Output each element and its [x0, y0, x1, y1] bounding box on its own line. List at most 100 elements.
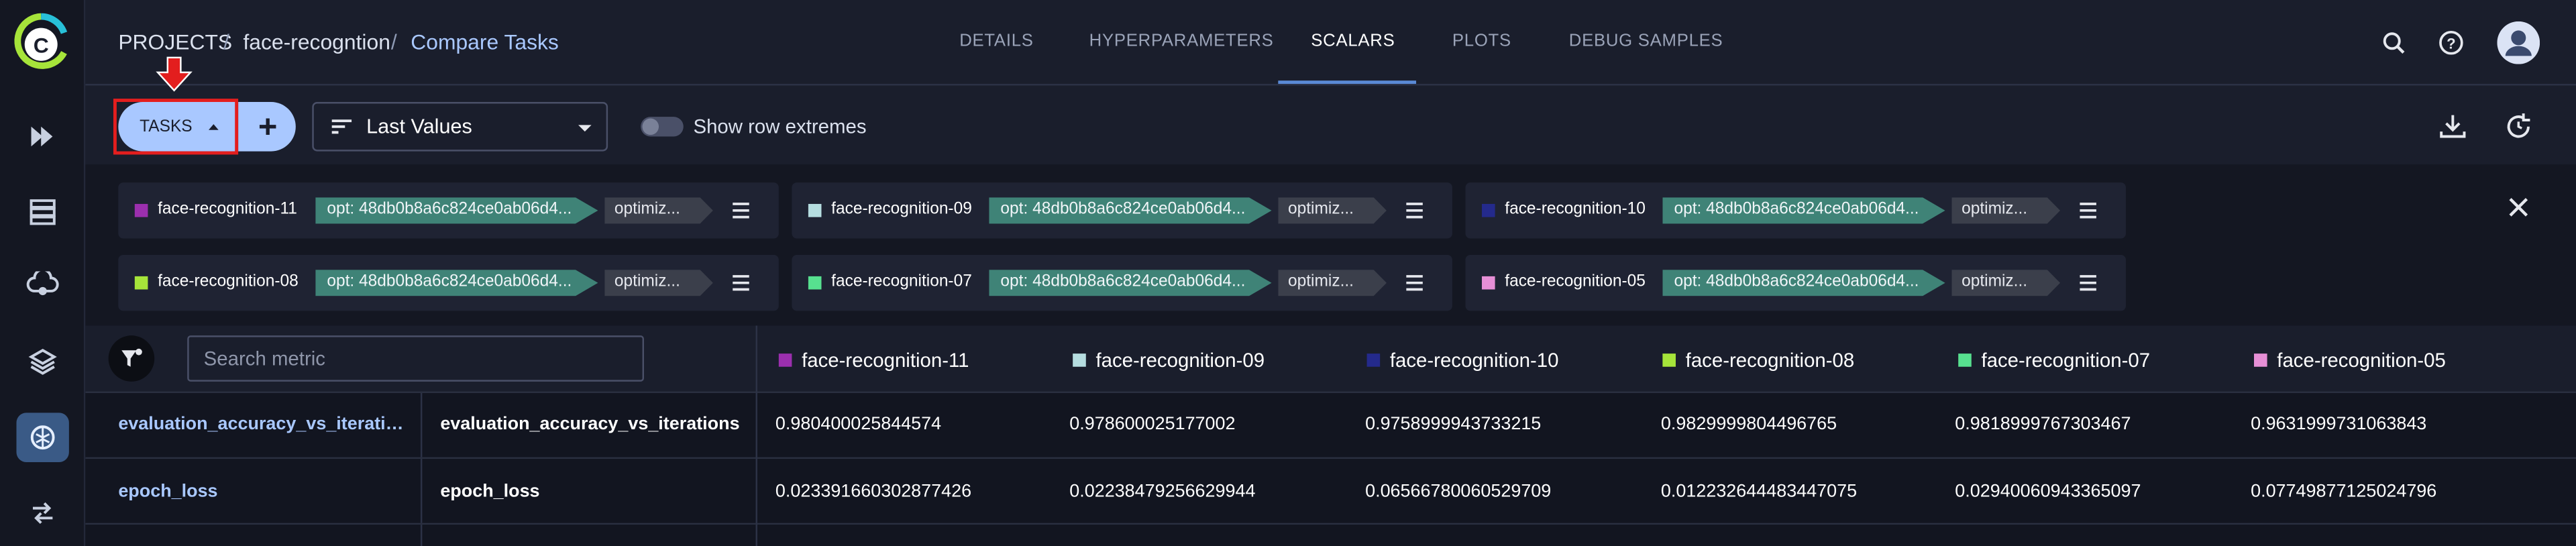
svg-text:C: C: [34, 33, 49, 57]
column-header-label: face-recognition-09: [1095, 348, 1265, 372]
column-divider: [420, 525, 423, 546]
task-card[interactable]: face-recognition-07 opt: 48db0b8a6c824ce…: [792, 255, 1452, 311]
search-icon[interactable]: [2375, 25, 2412, 61]
menu-icon[interactable]: [2077, 273, 2100, 292]
tab-scalars[interactable]: SCALARS: [1311, 32, 1395, 51]
column-divider: [420, 392, 423, 459]
tab-hyperparameters[interactable]: HYPERPARAMETERS: [1089, 32, 1274, 51]
chevron-down-icon: [578, 125, 592, 132]
metric-value: 0.9631999731063843: [2251, 414, 2427, 435]
column-header-label: face-recognition-10: [1389, 348, 1559, 372]
task-name: face-recognition-09: [831, 201, 972, 219]
left-sidebar: C: [0, 0, 86, 546]
active-tab-indicator: [1278, 80, 1417, 85]
task-name: face-recognition-11: [158, 201, 297, 219]
tab-details[interactable]: DETAILS: [959, 32, 1033, 51]
user-avatar[interactable]: [2496, 19, 2542, 66]
search-metric-field[interactable]: [187, 335, 645, 382]
column-header[interactable]: face-recognition-07: [1958, 349, 2150, 372]
menu-icon[interactable]: [1403, 201, 1426, 220]
metric-value: 0.9758999943733215: [1365, 414, 1542, 435]
tab-debug-samples[interactable]: DEBUG SAMPLES: [1569, 32, 1723, 51]
task-opt-tag: opt: 48db0b8a6c824ce0ab06d4...: [989, 270, 1272, 296]
menu-icon[interactable]: [2077, 201, 2100, 220]
task-color-swatch: [134, 204, 148, 217]
column-color-swatch: [1662, 353, 1676, 367]
column-color-swatch: [1073, 353, 1086, 367]
cloud-gear-nav-icon[interactable]: [16, 262, 68, 311]
svg-text:?: ?: [2447, 35, 2455, 52]
column-header[interactable]: face-recognition-09: [1073, 349, 1265, 372]
metric-column-divider: [755, 325, 757, 546]
metric-value: 0.012232644483447075: [1660, 482, 1858, 502]
pipelines-nav-icon[interactable]: [16, 112, 68, 162]
task-color-swatch: [808, 276, 822, 290]
task-name: face-recognition-05: [1505, 273, 1646, 291]
task-card[interactable]: face-recognition-05 opt: 48db0b8a6c824ce…: [1465, 255, 2126, 311]
column-header[interactable]: face-recognition-11: [778, 349, 969, 372]
red-arrow-icon: [156, 56, 193, 92]
metric-value: 0.978600025177002: [1069, 414, 1236, 435]
menu-icon[interactable]: [729, 273, 752, 292]
app-root: C PROJECTS / face-recogntion / Compare T…: [0, 0, 2576, 546]
menu-icon[interactable]: [1403, 273, 1426, 292]
task-opt-tag: opt: 48db0b8a6c824ce0ab06d4...: [1662, 270, 1945, 296]
task-card[interactable]: face-recognition-11 opt: 48db0b8a6c824ce…: [118, 182, 779, 239]
column-header-label: face-recognition-08: [1685, 348, 1855, 372]
value-type-select[interactable]: Last Values: [312, 102, 608, 152]
refresh-icon[interactable]: [2504, 112, 2533, 142]
table-row: epoch_loss epoch_loss 0.0233916603028774…: [85, 457, 2576, 525]
menu-icon[interactable]: [729, 201, 752, 220]
column-divider: [420, 459, 423, 525]
task-name: face-recognition-07: [831, 273, 972, 291]
tab-plots[interactable]: PLOTS: [1452, 32, 1511, 51]
metric-group-link[interactable]: evaluation_accuracy_vs_iteratio...: [118, 415, 404, 434]
column-color-swatch: [1366, 353, 1381, 367]
value-type-select-label: Last Values: [366, 115, 472, 138]
download-icon[interactable]: [2438, 113, 2467, 140]
task-tag: optimiz...: [1278, 270, 1387, 296]
metric-value: 0.9829999804496765: [1660, 414, 1837, 435]
datasets-nav-icon[interactable]: [16, 188, 68, 237]
column-header[interactable]: face-recognition-05: [2254, 349, 2446, 372]
page-title: Compare Tasks: [411, 30, 559, 54]
metric-name: evaluation_accuracy_vs_iterations: [440, 414, 740, 435]
metric-value: 0.06566780060529709: [1365, 482, 1552, 502]
task-card[interactable]: face-recognition-10 opt: 48db0b8a6c824ce…: [1465, 182, 2126, 239]
breadcrumb-separator: /: [223, 30, 229, 54]
task-tag: optimiz...: [1951, 197, 2061, 224]
column-header[interactable]: face-recognition-08: [1662, 349, 1854, 372]
metric-value: 0.07749877125024796: [2251, 482, 2437, 502]
column-color-swatch: [2254, 353, 2267, 367]
search-metric-input[interactable]: [189, 337, 643, 380]
add-task-button[interactable]: [238, 102, 296, 152]
task-card[interactable]: face-recognition-09 opt: 48db0b8a6c824ce…: [792, 182, 1452, 239]
column-color-swatch: [1958, 353, 1972, 367]
close-icon[interactable]: [2504, 193, 2533, 222]
plus-icon: [258, 118, 276, 135]
task-tag: optimiz...: [604, 270, 713, 296]
task-color-swatch: [1481, 204, 1495, 217]
highlight-box: [113, 99, 239, 155]
row-extremes-label: Show row extremes: [693, 115, 867, 138]
task-name: face-recognition-08: [158, 273, 299, 291]
metric-value: 0.9818999767303467: [1955, 414, 2131, 435]
metric-name: epoch_loss: [440, 482, 540, 502]
table-header: face-recognition-11 face-recognition-09 …: [85, 325, 2576, 392]
column-header[interactable]: face-recognition-10: [1366, 348, 1559, 372]
orchestration-nav-icon[interactable]: [16, 488, 68, 538]
task-card[interactable]: face-recognition-08 opt: 48db0b8a6c824ce…: [118, 255, 779, 311]
task-opt-tag: opt: 48db0b8a6c824ce0ab06d4...: [989, 197, 1272, 224]
layers-nav-icon[interactable]: [16, 337, 68, 387]
row-extremes-toggle[interactable]: [641, 117, 684, 137]
table-row: evaluation_accuracy_vs_iteratio... evalu…: [85, 391, 2576, 459]
task-color-swatch: [134, 276, 148, 290]
help-icon[interactable]: ?: [2433, 25, 2469, 61]
filter-button[interactable]: [108, 335, 155, 382]
breadcrumb-project[interactable]: face-recogntion: [243, 30, 390, 54]
metric-group-link[interactable]: epoch_loss: [118, 482, 404, 501]
breadcrumb-projects[interactable]: PROJECTS: [118, 30, 232, 54]
table-row: [85, 523, 2576, 546]
clearml-logo[interactable]: C: [13, 13, 68, 72]
brain-nav-icon[interactable]: [16, 413, 69, 462]
